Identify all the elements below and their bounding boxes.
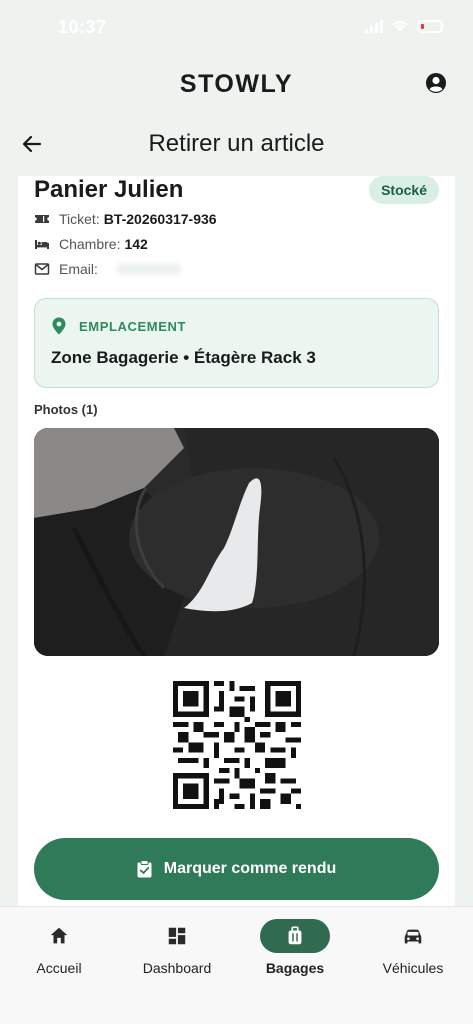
email-row: Email: — [34, 261, 182, 277]
nav-icon-wrap — [24, 919, 94, 953]
email-redacted — [115, 263, 182, 275]
item-card: Panier Julien Stocké Ticket: BT-20260317… — [18, 176, 455, 916]
room-label: Chambre: — [59, 236, 121, 252]
ticket-value: BT-20260317-936 — [103, 211, 217, 227]
home-icon — [50, 927, 68, 944]
bed-icon — [35, 240, 49, 249]
page-title: Retirer un article — [148, 130, 325, 157]
nav-item-bagages[interactable]: Bagages — [236, 919, 354, 976]
location-box: EMPLACEMENT Zone Bagagerie • Étagère Rac… — [34, 298, 439, 388]
nav-icon-wrap — [142, 919, 212, 953]
bottom-nav: Accueil Dashboard Bagages Véhicules — [0, 906, 473, 1024]
item-photo[interactable] — [34, 428, 439, 656]
photos-label: Photos (1) — [34, 402, 98, 417]
clipboard-check-icon — [137, 860, 152, 878]
photo-image — [34, 428, 439, 656]
ticket-label: Ticket: — [59, 211, 100, 227]
room-row: Chambre: 142 — [34, 236, 148, 252]
mark-returned-label: Marquer comme rendu — [163, 860, 337, 877]
status-badge: Stocké — [369, 176, 439, 204]
nav-label-accueil: Accueil — [36, 960, 82, 976]
nav-icon-wrap — [378, 919, 448, 953]
wifi-icon — [392, 21, 408, 32]
nav-label-vehicules: Véhicules — [382, 960, 444, 976]
location-heading-text: EMPLACEMENT — [79, 318, 186, 334]
dashboard-icon — [168, 927, 186, 945]
location-heading: EMPLACEMENT — [51, 317, 186, 335]
car-icon — [404, 929, 422, 944]
nav-item-vehicules[interactable]: Véhicules — [354, 919, 472, 976]
nav-icon-wrap-active — [260, 919, 330, 953]
luggage-icon — [288, 926, 302, 945]
battery-icon — [417, 20, 443, 33]
room-value: 142 — [124, 236, 148, 252]
signal-icon — [365, 20, 383, 33]
status-icons — [365, 20, 443, 33]
item-name: Panier Julien — [34, 176, 184, 203]
email-label: Email: — [59, 261, 98, 277]
nav-item-dashboard[interactable]: Dashboard — [118, 919, 236, 976]
profile-icon[interactable] — [425, 72, 447, 94]
ticket-icon — [35, 215, 49, 223]
mark-returned-button[interactable]: Marquer comme rendu — [34, 838, 439, 900]
location-value: Zone Bagagerie • Étagère Rack 3 — [51, 348, 316, 367]
qr-code — [173, 681, 301, 809]
ticket-row: Ticket: BT-20260317-936 — [34, 211, 217, 227]
location-pin-icon — [52, 317, 66, 335]
nav-label-dashboard: Dashboard — [142, 960, 212, 976]
mail-icon — [34, 263, 50, 275]
nav-label-bagages: Bagages — [265, 960, 325, 976]
app-title: STOWLY — [179, 70, 294, 98]
nav-item-accueil[interactable]: Accueil — [0, 919, 118, 976]
status-time: 10:37 — [58, 17, 107, 37]
status-bar: 10:37 — [0, 0, 473, 56]
